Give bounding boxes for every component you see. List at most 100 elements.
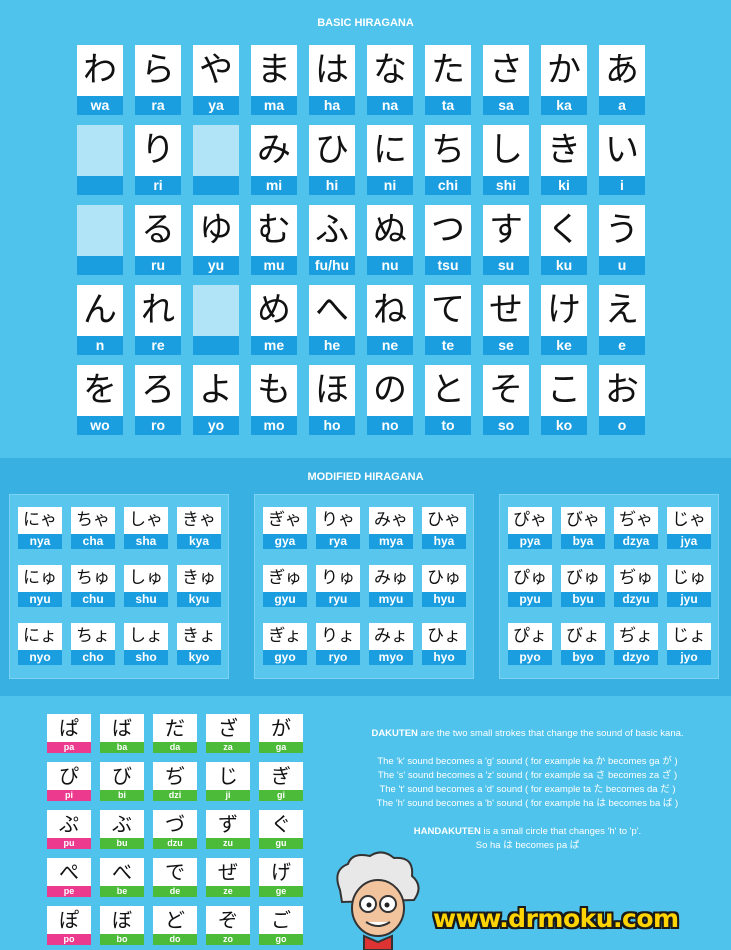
kana-cell: め me: [251, 285, 297, 355]
romaji-label: de: [153, 886, 197, 897]
kana-character: じゃ: [667, 507, 711, 534]
kana-cell: な na: [367, 45, 413, 115]
professor-mascot-icon: [336, 851, 420, 950]
kana-cell: た ta: [425, 45, 471, 115]
kana-character: み: [251, 125, 297, 176]
romaji-label: bi: [100, 790, 144, 801]
kana-character: ぎゃ: [263, 507, 307, 534]
romaji-label: nu: [367, 256, 413, 275]
romaji-label: jya: [667, 534, 711, 549]
modified-kana-cell: ぢゃ dzya: [614, 507, 658, 549]
kana-character: ぴゅ: [508, 565, 552, 592]
drmoku-logo[interactable]: www.drmoku.com: [433, 904, 679, 933]
romaji-label: fu/hu: [309, 256, 355, 275]
dakuten-kana-cell: が ga: [259, 714, 303, 754]
kana-character: ちゃ: [71, 507, 115, 534]
modified-kana-cell: じょ jyo: [667, 623, 711, 665]
romaji-label: pi: [47, 790, 91, 801]
kana-character: [193, 285, 239, 336]
kana-cell: る ru: [135, 205, 181, 275]
modified-hiragana-box: ぎゃ gya りゃ rya みゃ mya ひゃ hya ぎゅ gyu りゅ ryu みゅ myu ひゅ hyu…: [254, 494, 474, 679]
kana-character: びょ: [561, 623, 605, 650]
dakuten-kana-cell: ば ba: [100, 714, 144, 754]
romaji-label: re: [135, 336, 181, 355]
kana-character: ま: [251, 45, 297, 96]
kana-character: べ: [100, 858, 144, 886]
kana-character: げ: [259, 858, 303, 886]
romaji-label: u: [599, 256, 645, 275]
kana-character: ぞ: [206, 906, 250, 934]
kana-character: ぴ: [47, 762, 91, 790]
dakuten-kana-cell: だ da: [153, 714, 197, 754]
dakuten-kana-cell: ぐ gu: [259, 810, 303, 850]
romaji-label: dzya: [614, 534, 658, 549]
kana-cell: し shi: [483, 125, 529, 195]
dakuten-kana-cell: ご go: [259, 906, 303, 946]
romaji-label: he: [309, 336, 355, 355]
kana-cell: せ se: [483, 285, 529, 355]
modified-kana-cell: ぢゅ dzyu: [614, 565, 658, 607]
kana-character: む: [251, 205, 297, 256]
romaji-label: ne: [367, 336, 413, 355]
romaji-label: sho: [124, 650, 168, 665]
dakuten-kana-cell: ぷ pu: [47, 810, 91, 850]
kana-character: ちゅ: [71, 565, 115, 592]
romaji-label: kyu: [177, 592, 221, 607]
romaji-label: myu: [369, 592, 413, 607]
kana-character: め: [251, 285, 297, 336]
dakuten-kana-cell: ぢ dzi: [153, 762, 197, 802]
kana-cell: あa: [599, 45, 645, 115]
kana-character: な: [367, 45, 413, 96]
romaji-label: rya: [316, 534, 360, 549]
kana-character: ち: [425, 125, 471, 176]
dakuten-explanation: DAKUTEN are the two small strokes that c…: [330, 727, 725, 741]
modified-kana-cell: じゃ jya: [667, 507, 711, 549]
romaji-label: nyu: [18, 592, 62, 607]
kana-character: く: [541, 205, 587, 256]
kana-character: しゅ: [124, 565, 168, 592]
empty-cell: [193, 285, 239, 355]
kana-character: びゅ: [561, 565, 605, 592]
modified-kana-cell: しゃ sha: [124, 507, 168, 549]
kana-character: ぷ: [47, 810, 91, 838]
kana-character: ぢゅ: [614, 565, 658, 592]
romaji-label: ni: [367, 176, 413, 195]
romaji-label: ge: [259, 886, 303, 897]
romaji-label: ko: [541, 416, 587, 435]
romaji-label: po: [47, 934, 91, 945]
modified-kana-cell: みょ myo: [369, 623, 413, 665]
kana-cell: は ha: [309, 45, 355, 115]
dakuten-kana-cell: ぽ po: [47, 906, 91, 946]
kana-character: き: [541, 125, 587, 176]
dakuten-kana-cell: げ ge: [259, 858, 303, 898]
romaji-label: gya: [263, 534, 307, 549]
modified-kana-cell: ぴゅ pyu: [508, 565, 552, 607]
kana-character: ぎょ: [263, 623, 307, 650]
modified-kana-cell: きょ kyo: [177, 623, 221, 665]
dakuten-kana-cell: ぴ pi: [47, 762, 91, 802]
romaji-label: za: [206, 742, 250, 753]
dakuten-kana-cell: ず zu: [206, 810, 250, 850]
kana-character: ちょ: [71, 623, 115, 650]
dakuten-kana-cell: ざ za: [206, 714, 250, 754]
kana-character: も: [251, 365, 297, 416]
sound-change-lines: The 'k' sound becomes a 'g' sound ( for …: [330, 755, 725, 811]
kana-character: りゅ: [316, 565, 360, 592]
empty-cell: [193, 125, 239, 195]
kana-cell: ゆ yu: [193, 205, 239, 275]
dakuten-kana-cell: べ be: [100, 858, 144, 898]
romaji-label: [193, 336, 239, 355]
romaji-label: gu: [259, 838, 303, 849]
romaji-label: nya: [18, 534, 62, 549]
romaji-label: ku: [541, 256, 587, 275]
kana-character: て: [425, 285, 471, 336]
modified-kana-cell: ぴゃ pya: [508, 507, 552, 549]
kana-character: ぐ: [259, 810, 303, 838]
romaji-label: ke: [541, 336, 587, 355]
kana-character: ぜ: [206, 858, 250, 886]
kana-character: にょ: [18, 623, 62, 650]
modified-kana-cell: しゅ shu: [124, 565, 168, 607]
modified-kana-cell: ぴょ pyo: [508, 623, 552, 665]
kana-character: が: [259, 714, 303, 742]
dakuten-kana-cell: ぜ ze: [206, 858, 250, 898]
